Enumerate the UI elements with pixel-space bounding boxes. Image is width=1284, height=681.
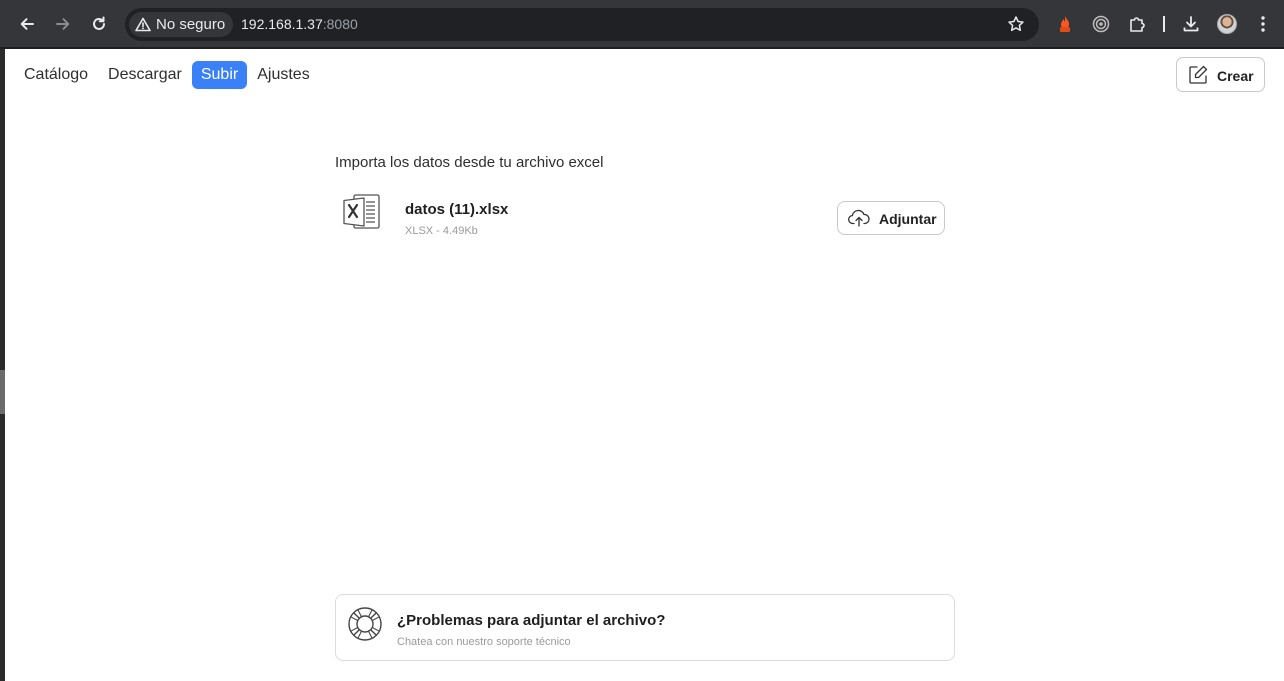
extension-target-icon[interactable] <box>1090 13 1112 35</box>
support-subtitle: Chatea con nuestro soporte técnico <box>397 636 571 648</box>
reload-icon[interactable] <box>85 10 113 38</box>
extension-fire-icon[interactable] <box>1054 13 1076 35</box>
browser-toolbar: No seguro 192.168.1.37:8080 <box>0 0 1284 49</box>
url-host: 192.168.1.37 <box>241 16 323 32</box>
toolbar-border <box>0 47 1284 49</box>
attach-label: Adjuntar <box>879 211 937 227</box>
support-card[interactable]: ¿Problemas para adjuntar el archivo? Cha… <box>335 594 955 661</box>
create-button[interactable]: Crear <box>1176 57 1265 92</box>
security-indicator[interactable]: No seguro <box>129 12 234 37</box>
toolbar-divider <box>1163 16 1165 32</box>
lifebuoy-icon <box>347 606 383 647</box>
bookmark-star-icon[interactable] <box>1007 15 1025 38</box>
url-text: 192.168.1.37:8080 <box>241 16 358 32</box>
address-bar[interactable]: No seguro 192.168.1.37:8080 <box>125 8 1039 41</box>
nav-item-ajustes[interactable]: Ajustes <box>247 61 319 89</box>
nav-item-catalogo[interactable]: Catálogo <box>24 61 98 89</box>
file-name: datos (11).xlsx <box>405 201 509 218</box>
downloads-icon[interactable] <box>1180 13 1202 35</box>
import-title: Importa los datos desde tu archivo excel <box>335 154 604 171</box>
nav-item-subir[interactable]: Subir <box>191 61 248 89</box>
url-port: :8080 <box>322 16 358 32</box>
nav-item-descargar[interactable]: Descargar <box>98 61 192 89</box>
cloud-upload-icon <box>848 209 870 227</box>
extensions-puzzle-icon[interactable] <box>1126 13 1148 35</box>
attach-button[interactable]: Adjuntar <box>837 201 945 235</box>
window-edge-scroll <box>0 370 5 414</box>
security-label: No seguro <box>156 16 226 33</box>
support-title: ¿Problemas para adjuntar el archivo? <box>397 612 666 629</box>
file-meta: XLSX - 4.49Kb <box>405 225 478 237</box>
main-nav: Catálogo Descargar Subir Ajustes <box>24 61 320 89</box>
menu-kebab-icon[interactable] <box>1252 13 1274 35</box>
edit-icon <box>1189 65 1208 84</box>
profile-avatar[interactable] <box>1217 14 1237 34</box>
create-label: Crear <box>1217 67 1254 84</box>
warning-icon <box>135 17 151 32</box>
excel-file-icon <box>343 194 381 235</box>
window-edge <box>0 49 5 681</box>
forward-icon[interactable] <box>49 10 77 38</box>
back-icon[interactable] <box>13 10 41 38</box>
